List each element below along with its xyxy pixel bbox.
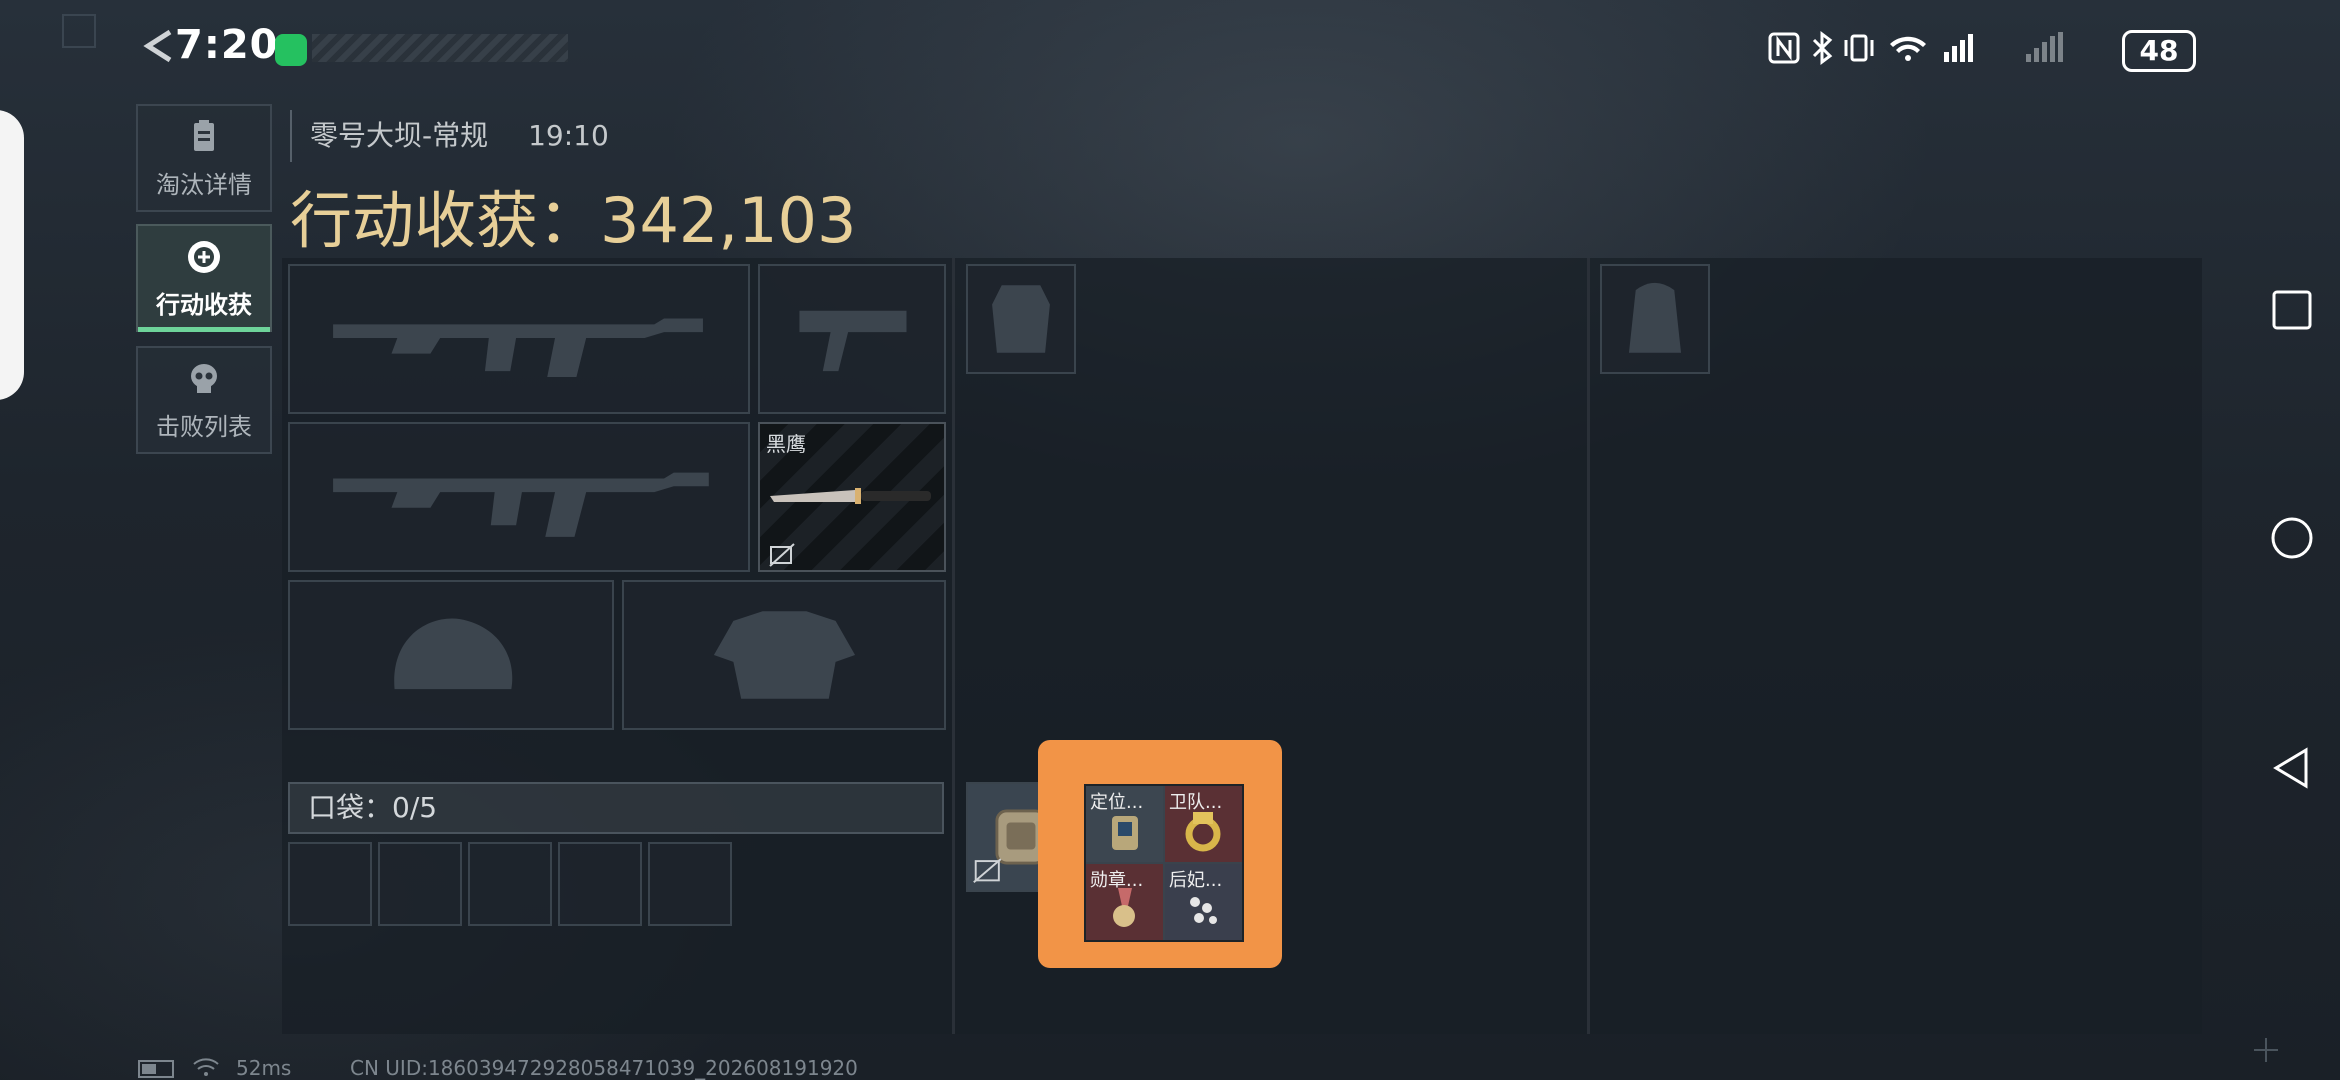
map-info: 零号大坝-常规 19:10	[290, 110, 609, 162]
system-status-icons	[1768, 31, 2063, 65]
player-uid: CN UID:186039472928058471039_20260819192…	[350, 1056, 858, 1080]
network-wifi-icon	[193, 1058, 219, 1076]
helmet-slot[interactable]	[288, 580, 614, 730]
rifle-silhouette-icon	[333, 472, 709, 537]
pocket-slot-3[interactable]	[468, 842, 552, 926]
armor-silhouette-icon	[713, 611, 856, 699]
back-arrow-icon[interactable]	[140, 26, 180, 66]
backpack-slot[interactable]	[1600, 264, 1710, 374]
case-item-medal[interactable]: 勋章...	[1086, 864, 1163, 940]
recent-apps-button[interactable]	[2270, 288, 2314, 332]
vest-silhouette-icon	[992, 285, 1050, 353]
bluetooth-icon	[1812, 31, 1833, 65]
pocket-label: 口袋：	[308, 791, 393, 824]
locator-device-icon	[1112, 816, 1138, 850]
corner-square	[62, 14, 96, 48]
pocket-slot-2[interactable]	[378, 842, 462, 926]
chest-rig-slot[interactable]	[966, 264, 1076, 374]
battery-indicator: 48	[2122, 30, 2196, 72]
helmet-silhouette-icon	[394, 618, 513, 690]
loading-hatch-bar	[312, 34, 568, 62]
pocket-slot-1[interactable]	[288, 842, 372, 926]
status-time: 7:20	[175, 22, 279, 68]
pocket-slot-5[interactable]	[648, 842, 732, 926]
pocket-header: 口袋：0/5	[288, 782, 944, 834]
backpack-silhouette-icon	[1628, 282, 1682, 353]
case-item-consort[interactable]: 后妃...	[1165, 864, 1242, 940]
wifi-icon	[1890, 36, 1926, 61]
harvest-label: 行动收获：	[290, 184, 601, 257]
wechat-notification-icon	[275, 34, 307, 66]
secondary-weapon-slot[interactable]	[288, 422, 750, 572]
tab-label: 淘汰详情	[156, 170, 252, 199]
case-item-locator[interactable]: 定位...	[1086, 786, 1163, 862]
home-button[interactable]	[2270, 516, 2314, 560]
target-icon	[188, 240, 220, 273]
plus-icon	[2254, 1038, 2278, 1062]
signal-weak-icon	[2026, 32, 2063, 62]
tab-elimination-details[interactable]: 淘汰详情	[136, 104, 272, 212]
melee-slot[interactable]: 黑鹰	[758, 422, 946, 572]
pistol-silhouette-icon	[799, 310, 907, 372]
insurance-off-icon	[769, 543, 795, 567]
ping-readout: 52ms	[236, 1056, 292, 1080]
back-button[interactable]	[2270, 746, 2314, 790]
map-name: 零号大坝-常规	[310, 119, 489, 152]
tab-operation-harvest[interactable]: 行动收获	[136, 224, 272, 332]
match-time: 19:10	[528, 119, 609, 152]
clipboard-icon	[194, 119, 214, 151]
case-item-guard[interactable]: 卫队...	[1165, 786, 1242, 862]
pocket-slot-4[interactable]	[558, 842, 642, 926]
nfc-icon	[1768, 32, 1800, 64]
sidearm-slot[interactable]	[758, 264, 946, 414]
jewelry-icon	[1190, 897, 1217, 924]
pocket-count: 0/5	[392, 791, 438, 824]
primary-weapon-slot[interactable]	[288, 264, 750, 414]
secure-case-contents: 定位... 卫队... 勋章... 后妃...	[1084, 784, 1244, 942]
tab-label: 击败列表	[156, 412, 252, 441]
harvest-total: 行动收获：342,103	[290, 170, 856, 260]
tab-defeat-list[interactable]: 击败列表	[136, 346, 272, 454]
tab-label: 行动收获	[156, 290, 252, 319]
rifle-silhouette-icon	[333, 318, 703, 377]
device-battery-icon	[138, 1060, 174, 1078]
vibrate-icon	[1844, 34, 1874, 62]
gold-ring-icon	[1185, 812, 1221, 852]
skull-icon	[191, 363, 217, 393]
body-armor-slot[interactable]	[622, 580, 946, 730]
edge-drawer-handle[interactable]	[0, 110, 24, 400]
harvest-value: 342,103	[600, 184, 857, 257]
medal-icon	[1113, 888, 1135, 927]
signal-4g-icon	[1944, 34, 1973, 62]
